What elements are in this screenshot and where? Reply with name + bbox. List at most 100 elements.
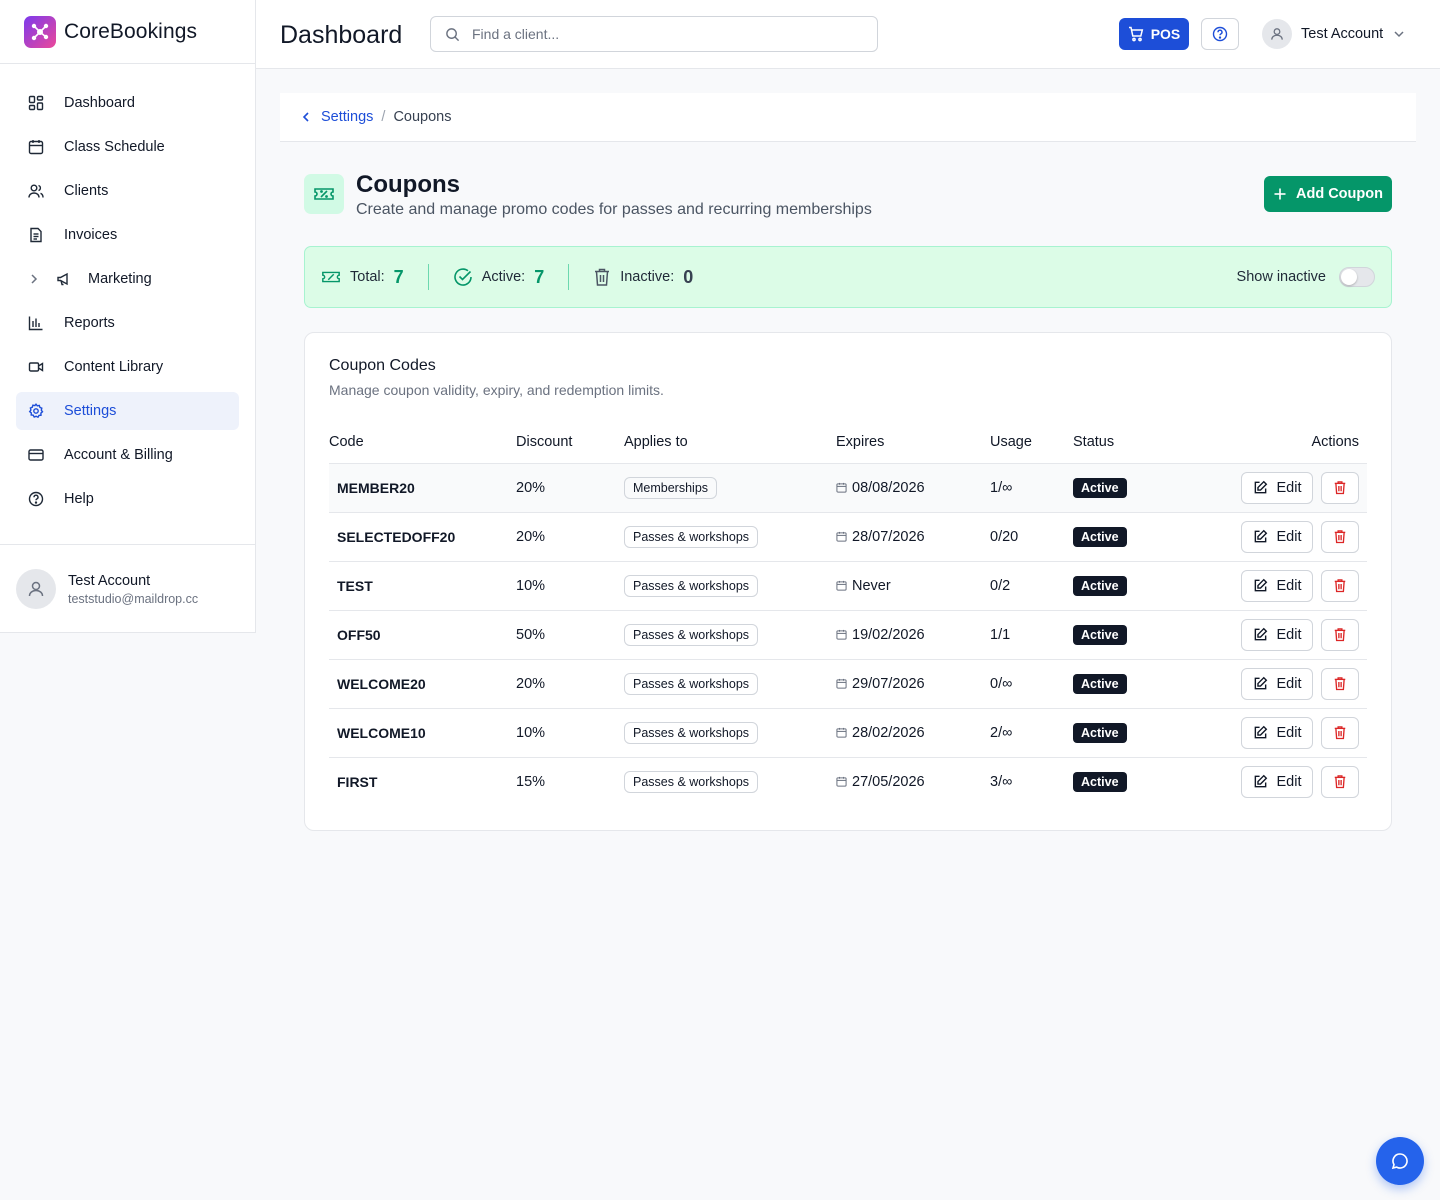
column-header-expires[interactable]: Expires bbox=[828, 421, 982, 464]
coupon-discount: 10% bbox=[516, 577, 546, 594]
delete-button[interactable] bbox=[1321, 765, 1359, 798]
table-row[interactable]: MEMBER20 20% Memberships 08/08/2026 1/∞ … bbox=[329, 463, 1367, 512]
sidebar-user[interactable]: Test Account teststudio@maildrop.cc bbox=[0, 544, 255, 633]
help-button[interactable] bbox=[1201, 18, 1239, 50]
stat-active-label: Active: bbox=[481, 269, 526, 285]
coupon-usage: 3/∞ bbox=[990, 773, 1013, 790]
stat-active-value: 7 bbox=[534, 266, 545, 287]
coupon-discount: 20% bbox=[516, 528, 546, 545]
pos-button[interactable]: POS bbox=[1119, 18, 1189, 50]
calendar-icon bbox=[836, 482, 847, 493]
sidebar-item-dashboard[interactable]: Dashboard bbox=[16, 84, 239, 122]
delete-button[interactable] bbox=[1321, 618, 1359, 651]
sidebar-item-marketing[interactable]: Marketing bbox=[16, 260, 239, 298]
delete-button[interactable] bbox=[1321, 667, 1359, 700]
card-subtitle: Manage coupon validity, expiry, and rede… bbox=[329, 382, 664, 398]
delete-button[interactable] bbox=[1321, 520, 1359, 553]
show-inactive-label: Show inactive bbox=[1236, 269, 1326, 285]
sidebar-item-settings[interactable]: Settings bbox=[16, 392, 239, 430]
applies-to-badge: Passes & workshops bbox=[624, 770, 759, 793]
coupon-status-cell: Active bbox=[1065, 463, 1183, 512]
chat-bubble-icon bbox=[1391, 1152, 1409, 1170]
divider bbox=[568, 264, 570, 290]
sidebar-item-content-library[interactable]: Content Library bbox=[16, 348, 239, 386]
delete-button[interactable] bbox=[1321, 569, 1359, 602]
page-title: Dashboard bbox=[280, 21, 403, 49]
breadcrumb-settings-link[interactable]: Settings bbox=[300, 109, 373, 125]
table-row[interactable]: WELCOME20 20% Passes & workshops 29/07/2… bbox=[329, 659, 1367, 708]
sidebar-item-label: Help bbox=[64, 491, 94, 507]
breadcrumb-parent-label: Settings bbox=[321, 109, 374, 125]
edit-button[interactable]: Edit bbox=[1241, 716, 1313, 749]
show-inactive-toggle[interactable] bbox=[1339, 267, 1375, 287]
table-header-row: Code Discount Applies to Expires Usage S… bbox=[329, 421, 1367, 464]
coupon-status-cell: Active bbox=[1065, 512, 1183, 561]
table-row[interactable]: FIRST 15% Passes & workshops 27/05/2026 … bbox=[329, 757, 1367, 806]
applies-to-badge: Passes & workshops bbox=[624, 623, 759, 646]
search-input[interactable] bbox=[472, 26, 832, 42]
table-row[interactable]: WELCOME10 10% Passes & workshops 28/02/2… bbox=[329, 708, 1367, 757]
brand[interactable]: CoreBookings bbox=[0, 0, 255, 64]
coupon-actions: Edit bbox=[1183, 708, 1367, 757]
column-header-applies-to[interactable]: Applies to bbox=[616, 421, 828, 464]
coupon-actions: Edit bbox=[1183, 463, 1367, 512]
chat-button[interactable] bbox=[1376, 1137, 1424, 1185]
coupon-expires-cell: 28/02/2026 bbox=[828, 708, 982, 757]
coupon-discount: 20% bbox=[516, 675, 546, 692]
edit-button[interactable]: Edit bbox=[1241, 618, 1313, 651]
header-user-name: Test Account bbox=[1301, 26, 1384, 42]
search-box[interactable] bbox=[430, 16, 878, 52]
table-row[interactable]: SELECTEDOFF20 20% Passes & workshops 28/… bbox=[329, 512, 1367, 561]
column-header-code[interactable]: Code bbox=[329, 421, 508, 464]
coupons-subtitle: Create and manage promo codes for passes… bbox=[356, 201, 872, 218]
sidebar-item-class-schedule[interactable]: Class Schedule bbox=[16, 128, 239, 166]
edit-button[interactable]: Edit bbox=[1241, 667, 1313, 700]
coupon-expires: 27/05/2026 bbox=[852, 773, 925, 790]
calendar-icon bbox=[836, 678, 847, 689]
stat-inactive-value: 0 bbox=[683, 266, 694, 287]
coupon-applies-to-cell: Memberships bbox=[616, 463, 828, 512]
table-row[interactable]: TEST 10% Passes & workshops Never 0/2 Ac… bbox=[329, 561, 1367, 610]
table-row[interactable]: OFF50 50% Passes & workshops 19/02/2026 … bbox=[329, 610, 1367, 659]
avatar bbox=[1262, 19, 1292, 49]
sidebar-item-clients[interactable]: Clients bbox=[16, 172, 239, 210]
user-menu[interactable]: Test Account bbox=[1262, 18, 1405, 50]
column-header-discount[interactable]: Discount bbox=[508, 421, 616, 464]
coupon-usage: 2/∞ bbox=[990, 724, 1013, 741]
coupon-expires: Never bbox=[852, 577, 891, 594]
sidebar-item-help[interactable]: Help bbox=[16, 480, 239, 518]
column-header-status[interactable]: Status bbox=[1065, 421, 1183, 464]
coupon-expires: 19/02/2026 bbox=[852, 626, 925, 643]
edit-button[interactable]: Edit bbox=[1241, 520, 1313, 553]
column-header-usage[interactable]: Usage bbox=[982, 421, 1065, 464]
stat-inactive: Inactive: 0 bbox=[593, 267, 693, 288]
edit-button-label: Edit bbox=[1276, 724, 1302, 741]
delete-button[interactable] bbox=[1321, 716, 1359, 749]
edit-button[interactable]: Edit bbox=[1241, 765, 1313, 798]
delete-button[interactable] bbox=[1321, 471, 1359, 504]
calendar-icon bbox=[836, 776, 847, 787]
coupon-code: FIRST bbox=[337, 773, 378, 790]
edit-button[interactable]: Edit bbox=[1241, 569, 1313, 602]
coupon-applies-to-cell: Passes & workshops bbox=[616, 610, 828, 659]
chevron-right-icon[interactable] bbox=[28, 273, 44, 285]
coupon-actions: Edit bbox=[1183, 610, 1367, 659]
coupon-expires: 28/07/2026 bbox=[852, 528, 925, 545]
cart-icon bbox=[1128, 26, 1144, 42]
sidebar-item-reports[interactable]: Reports bbox=[16, 304, 239, 342]
edit-button[interactable]: Edit bbox=[1241, 471, 1313, 504]
breadcrumb-current: Coupons bbox=[393, 109, 452, 125]
calendar-icon bbox=[836, 629, 847, 640]
stat-total-value: 7 bbox=[393, 266, 404, 287]
sidebar-item-invoices[interactable]: Invoices bbox=[16, 216, 239, 254]
edit-button-label: Edit bbox=[1276, 528, 1302, 545]
sidebar-item-label: Clients bbox=[64, 183, 109, 199]
users-icon bbox=[28, 183, 44, 199]
search-icon bbox=[445, 27, 460, 42]
stat-total-label: Total: bbox=[350, 269, 385, 285]
sidebar-item-account-billing[interactable]: Account & Billing bbox=[16, 436, 239, 474]
status-badge: Active bbox=[1073, 477, 1127, 498]
coupon-expires-cell: 29/07/2026 bbox=[828, 659, 982, 708]
add-coupon-button[interactable]: Add Coupon bbox=[1264, 176, 1392, 212]
coupon-discount: 15% bbox=[516, 773, 546, 790]
